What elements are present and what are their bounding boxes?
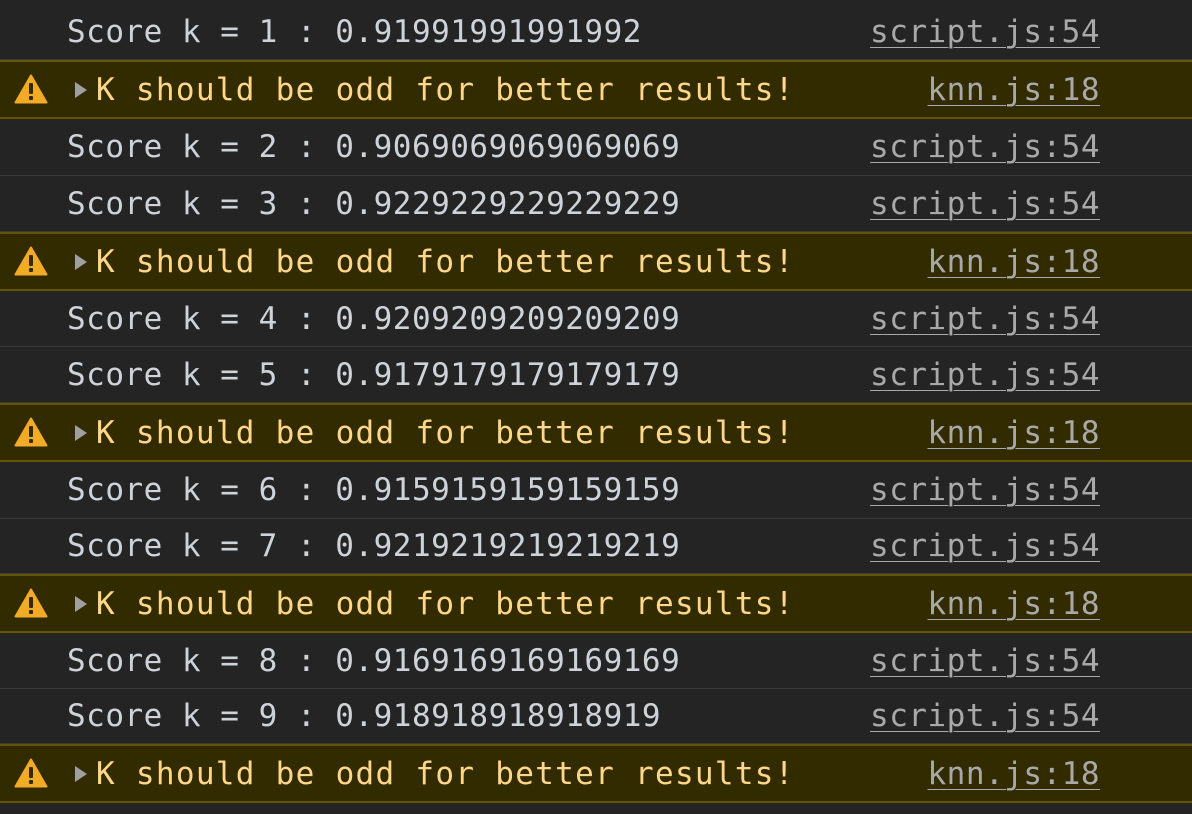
warning-triangle-icon bbox=[14, 758, 48, 787]
warning-message: K should be odd for better results! bbox=[96, 755, 795, 792]
log-message: Score k = 9 : 0.918918918918919 bbox=[67, 698, 662, 734]
source-link[interactable]: knn.js:18 bbox=[928, 576, 1100, 631]
console-warning-row[interactable]: K should be odd for better results! knn.… bbox=[0, 60, 1192, 119]
source-link[interactable]: knn.js:18 bbox=[928, 62, 1100, 117]
source-link[interactable]: script.js:54 bbox=[870, 4, 1100, 59]
console-log-row: Score k = 6 : 0.9159159159159159 script.… bbox=[0, 462, 1192, 519]
source-link[interactable]: script.js:54 bbox=[870, 689, 1100, 743]
log-message: Score k = 8 : 0.9169169169169169 bbox=[67, 642, 681, 679]
caret-right-icon[interactable] bbox=[73, 423, 89, 443]
warning-triangle-icon bbox=[14, 246, 48, 275]
source-link[interactable]: script.js:54 bbox=[870, 633, 1100, 688]
caret-right-icon[interactable] bbox=[73, 252, 89, 272]
source-link[interactable]: script.js:54 bbox=[870, 119, 1100, 175]
warning-triangle-icon bbox=[14, 417, 48, 446]
console-log-row: Score k = 1 : 0.91991991991992 script.js… bbox=[0, 4, 1192, 60]
source-link[interactable]: script.js:54 bbox=[870, 291, 1100, 346]
log-message: Score k = 2 : 0.9069069069069069 bbox=[67, 129, 681, 165]
warning-triangle-icon bbox=[14, 588, 48, 617]
warning-triangle-icon bbox=[14, 74, 48, 103]
warning-message: K should be odd for better results! bbox=[96, 243, 795, 280]
caret-right-icon[interactable] bbox=[73, 764, 89, 784]
console-log-row: Score k = 4 : 0.9209209209209209 script.… bbox=[0, 291, 1192, 347]
source-link[interactable]: script.js:54 bbox=[870, 519, 1100, 573]
source-link[interactable]: script.js:54 bbox=[870, 462, 1100, 518]
console-log-row: Score k = 7 : 0.9219219219219219 script.… bbox=[0, 519, 1192, 574]
source-link[interactable]: knn.js:18 bbox=[928, 234, 1100, 289]
console-log-row: Score k = 8 : 0.9169169169169169 script.… bbox=[0, 633, 1192, 689]
log-message: Score k = 3 : 0.9229229229229229 bbox=[67, 185, 681, 222]
caret-right-icon[interactable] bbox=[73, 594, 89, 614]
log-message: Score k = 1 : 0.91991991991992 bbox=[67, 13, 642, 50]
log-message: Score k = 6 : 0.9159159159159159 bbox=[67, 472, 681, 508]
console-warning-row[interactable]: K should be odd for better results! knn.… bbox=[0, 403, 1192, 462]
log-message: Score k = 5 : 0.9179179179179179 bbox=[67, 356, 681, 393]
console-warning-row[interactable]: K should be odd for better results! knn.… bbox=[0, 232, 1192, 291]
source-link[interactable]: knn.js:18 bbox=[928, 405, 1100, 460]
source-link[interactable]: knn.js:18 bbox=[928, 746, 1100, 801]
console-warning-row[interactable]: K should be odd for better results! knn.… bbox=[0, 574, 1192, 633]
console-panel: Score k = 1 : 0.91991991991992 script.js… bbox=[0, 0, 1192, 814]
console-warning-row[interactable]: K should be odd for better results! knn.… bbox=[0, 744, 1192, 803]
source-link[interactable]: script.js:54 bbox=[870, 347, 1100, 402]
log-message: Score k = 4 : 0.9209209209209209 bbox=[67, 300, 681, 337]
warning-message: K should be odd for better results! bbox=[96, 585, 795, 622]
console-log-row: Score k = 5 : 0.9179179179179179 script.… bbox=[0, 347, 1192, 403]
caret-right-icon[interactable] bbox=[73, 80, 89, 100]
source-link[interactable]: script.js:54 bbox=[870, 176, 1100, 231]
log-message: Score k = 7 : 0.9219219219219219 bbox=[67, 528, 681, 564]
warning-message: K should be odd for better results! bbox=[96, 414, 795, 451]
console-log-row: Score k = 2 : 0.9069069069069069 script.… bbox=[0, 119, 1192, 176]
warning-message: K should be odd for better results! bbox=[96, 71, 795, 108]
console-log-row: Score k = 9 : 0.918918918918919 script.j… bbox=[0, 689, 1192, 744]
console-log-row: Score k = 3 : 0.9229229229229229 script.… bbox=[0, 176, 1192, 232]
